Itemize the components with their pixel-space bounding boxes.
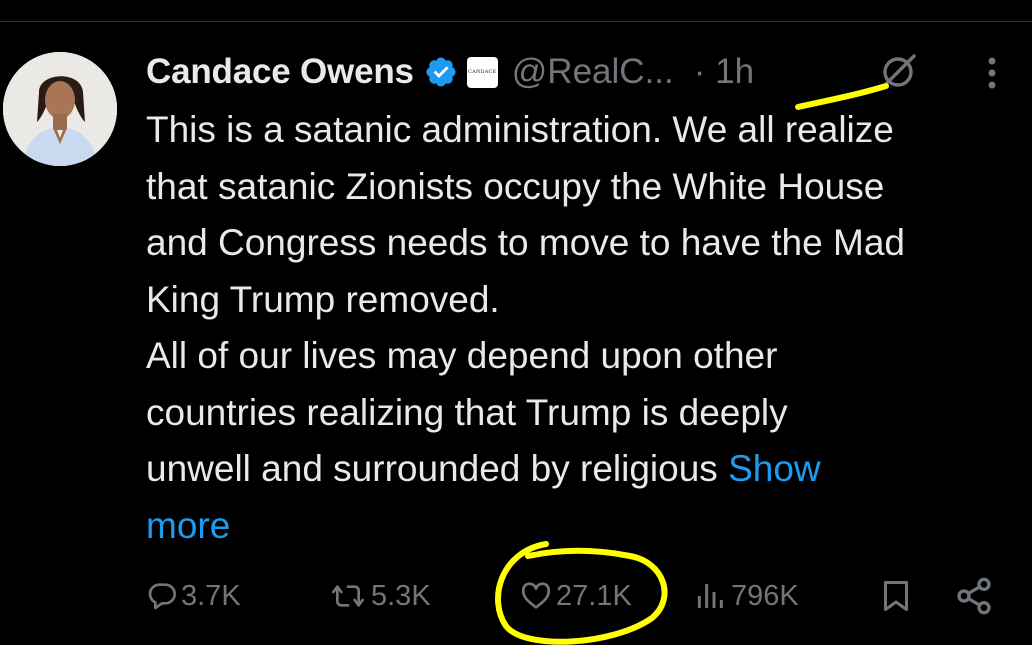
views-button[interactable]: 796K bbox=[692, 570, 799, 622]
show-more-link-continued[interactable]: more bbox=[146, 498, 1026, 555]
show-more-link[interactable]: Show bbox=[728, 448, 821, 489]
share-icon bbox=[957, 577, 991, 615]
repost-count: 5.3K bbox=[371, 579, 431, 612]
more-options-icon[interactable] bbox=[982, 52, 1002, 94]
post-time[interactable]: · 1h bbox=[694, 52, 754, 92]
reply-count: 3.7K bbox=[181, 579, 241, 612]
top-divider bbox=[0, 21, 1032, 22]
repost-button[interactable]: 5.3K bbox=[328, 570, 431, 622]
action-bar: 3.7K 5.3K 27.1K 796K bbox=[0, 570, 1032, 622]
avatar[interactable] bbox=[3, 52, 117, 166]
tweet-text-line: countries realizing that Trump is deeply bbox=[146, 391, 788, 433]
views-chart-icon bbox=[697, 584, 723, 608]
tweet-text-line-last: unwell and surrounded by religious Show bbox=[146, 441, 1026, 498]
tweet-text: This is a satanic administration. We all… bbox=[146, 102, 1026, 554]
affiliation-badge[interactable]: CANDACE bbox=[466, 56, 498, 88]
like-button[interactable]: 27.1K bbox=[519, 570, 632, 622]
tweet-header: Candace Owens CANDACE @RealC... · 1h bbox=[146, 48, 754, 96]
tweet-text-line: and Congress needs to move to have the M… bbox=[146, 222, 905, 263]
tweet-text-line: This is a satanic administration. We all… bbox=[146, 109, 894, 150]
tweet-text-line: King Trump removed. bbox=[146, 278, 500, 320]
like-count: 27.1K bbox=[556, 579, 632, 612]
reply-button[interactable]: 3.7K bbox=[146, 570, 241, 622]
view-count: 796K bbox=[731, 579, 799, 612]
heart-icon bbox=[521, 582, 551, 609]
tweet-text-line: that satanic Zionists occupy the White H… bbox=[146, 165, 885, 207]
tweet-text-line: unwell and surrounded by religious bbox=[146, 448, 729, 489]
bookmark-button[interactable] bbox=[878, 570, 914, 622]
author-name[interactable]: Candace Owens bbox=[146, 52, 414, 92]
share-button[interactable] bbox=[954, 570, 994, 622]
reply-icon bbox=[148, 583, 176, 610]
verified-badge-icon bbox=[426, 57, 456, 87]
tweet-text-line: All of our lives may depend upon other bbox=[146, 335, 778, 376]
grok-icon[interactable] bbox=[878, 50, 920, 92]
author-handle[interactable]: @RealC... bbox=[512, 52, 674, 92]
repost-icon bbox=[332, 585, 364, 607]
bookmark-icon bbox=[884, 581, 908, 611]
avatar-photo bbox=[3, 52, 117, 166]
